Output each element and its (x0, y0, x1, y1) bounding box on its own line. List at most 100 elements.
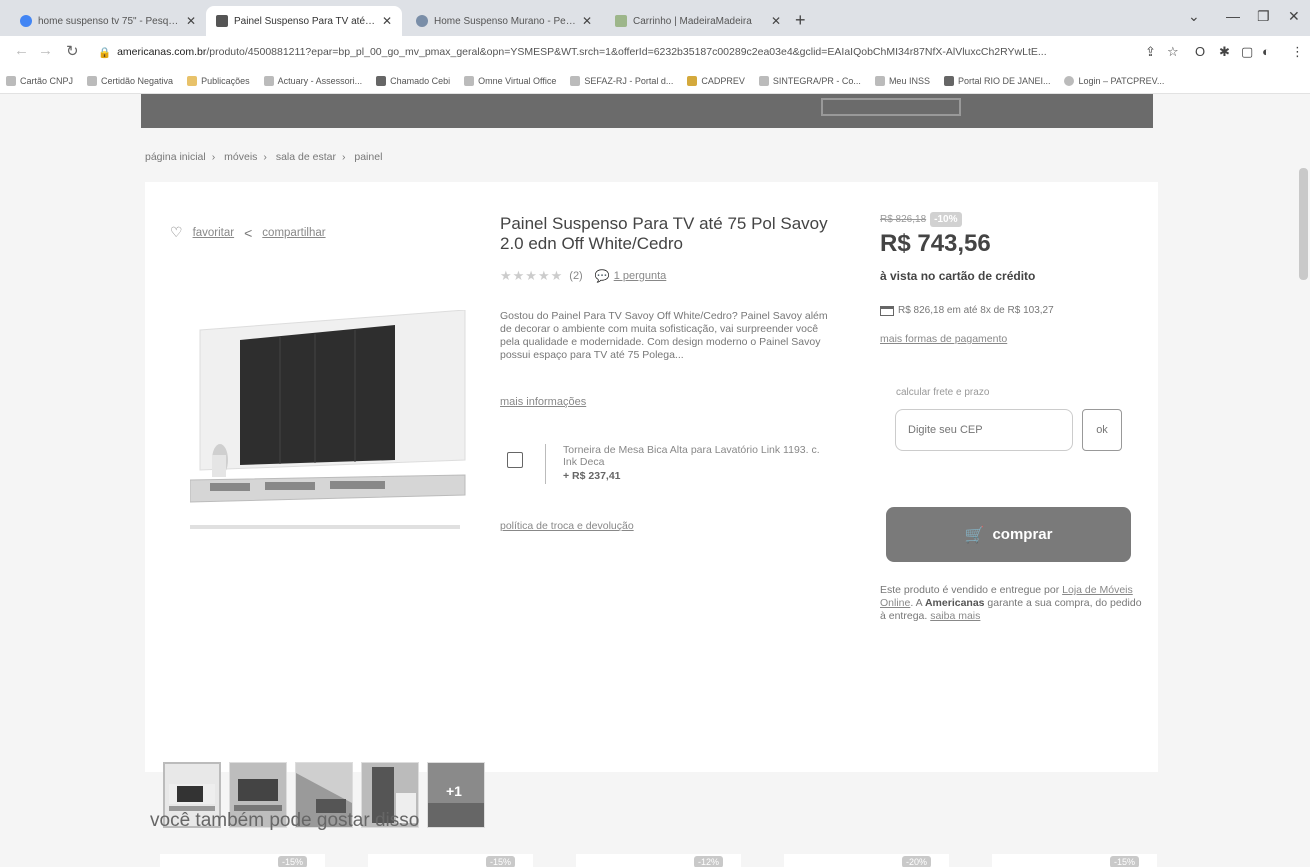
discount-badge: -15% (277, 856, 307, 867)
tab-label: Painel Suspenso Para TV até 75 P (234, 15, 376, 27)
close-tab-icon[interactable]: ✕ (382, 14, 392, 28)
page-favicon-icon (615, 15, 627, 27)
close-window-icon[interactable]: ✕ (1288, 8, 1300, 25)
recommended-product[interactable]: -12% (576, 854, 741, 867)
bookmark-icon (758, 75, 769, 86)
share-icon[interactable]: < (244, 225, 252, 241)
bookmark-item[interactable]: Actuary - Assessori... (263, 75, 362, 86)
return-policy-link[interactable]: política de troca e devolução (500, 520, 634, 532)
bookmark-item[interactable]: SEFAZ-RJ - Portal d... (570, 75, 673, 86)
more-images-count: +1 (446, 783, 462, 799)
recommended-product[interactable]: -15% (160, 854, 325, 867)
bookmark-icon (874, 75, 885, 86)
favorite-link[interactable]: favoritar (193, 227, 235, 239)
reload-icon[interactable]: ↻ (66, 42, 79, 60)
payment-options-link[interactable]: mais formas de pagamento (880, 333, 1007, 345)
old-price-row: R$ 826,18 -10% (880, 212, 962, 227)
bookmark-icon (687, 75, 698, 86)
discount-badge: -10% (930, 212, 962, 227)
learn-more-link[interactable]: saiba mais (930, 610, 980, 622)
old-price: R$ 826,18 (880, 214, 927, 225)
addon-name[interactable]: Torneira de Mesa Bica Alta para Lavatóri… (563, 444, 833, 468)
questions-link[interactable]: 1 pergunta (614, 270, 667, 282)
price-note: à vista no cartão de crédito (880, 269, 1036, 283)
product-title: Painel Suspenso Para TV até 75 Pol Savoy… (500, 214, 828, 253)
bookmark-icon (376, 75, 387, 86)
profile-avatar-icon[interactable]: ◐ (1262, 44, 1270, 59)
bookmark-item[interactable]: Publicações (187, 75, 250, 86)
lock-icon: 🔒 (98, 46, 112, 59)
breadcrumb-painel[interactable]: painel (354, 151, 382, 163)
discount-badge: -20% (901, 856, 931, 867)
browser-tab-madeira[interactable]: Carrinho | MadeiraMadeira ✕ (605, 6, 791, 36)
bookmark-icon (943, 75, 954, 86)
bookmark-item[interactable]: SINTEGRA/PR - Co... (758, 75, 861, 86)
discount-badge: -15% (1109, 856, 1139, 867)
new-tab-button[interactable]: + (795, 10, 806, 31)
back-arrow-icon[interactable]: ← (14, 42, 29, 59)
bookmark-item[interactable]: Certidão Negativa (87, 75, 173, 86)
cep-ok-button[interactable]: ok (1082, 409, 1122, 451)
banner-button[interactable] (821, 98, 961, 116)
heart-icon[interactable]: ♡ (170, 224, 183, 241)
breadcrumb-sala[interactable]: sala de estar (276, 151, 336, 163)
browser-tab-murano[interactable]: Home Suspenso Murano - Perm ✕ (406, 6, 602, 36)
share-icon[interactable]: ⇪ (1145, 44, 1156, 60)
bookmark-icon (1064, 75, 1075, 86)
bookmark-item[interactable]: Cartão CNPJ (6, 75, 73, 86)
share-link[interactable]: compartilhar (262, 227, 325, 239)
bookmark-item[interactable]: CADPREV (687, 75, 745, 86)
breadcrumb-moveis[interactable]: móveis (224, 151, 257, 163)
address-toolbar: ← → ↻ 🔒 americanas.com.br /produto/45008… (0, 36, 1310, 68)
close-tab-icon[interactable]: ✕ (771, 14, 781, 28)
browser-tab-google[interactable]: home suspenso tv 75" - Pesquisa ✕ (10, 6, 206, 36)
more-info-link[interactable]: mais informações (500, 396, 586, 408)
browser-tab-americanas[interactable]: Painel Suspenso Para TV até 75 P ✕ (206, 6, 402, 36)
addon-checkbox[interactable] (507, 452, 523, 468)
browser-tabbar: home suspenso tv 75" - Pesquisa ✕ Painel… (0, 0, 1310, 36)
brand-name: Americanas (924, 597, 985, 609)
star-rating-icon[interactable]: ★★★★★ (500, 268, 563, 284)
buy-button[interactable]: 🛒 comprar (886, 507, 1131, 562)
close-tab-icon[interactable]: ✕ (582, 14, 592, 28)
url-domain: americanas.com.br (117, 46, 207, 58)
tab-label: Home Suspenso Murano - Perm (434, 15, 576, 27)
price: R$ 743,56 (880, 230, 991, 257)
shipping-label: calcular frete e prazo (896, 387, 990, 398)
bookmark-item[interactable]: Meu INSS (874, 75, 930, 86)
tab-label: home suspenso tv 75" - Pesquisa (38, 15, 180, 27)
bookmark-star-icon[interactable]: ☆ (1167, 44, 1179, 60)
product-image[interactable] (190, 310, 470, 530)
cep-input[interactable] (895, 409, 1073, 451)
bookmark-item[interactable]: Portal RIO DE JANEI... (943, 75, 1050, 86)
recommended-product[interactable]: -15% (368, 854, 533, 867)
page-favicon-icon (216, 15, 228, 27)
url-bar[interactable]: 🔒 americanas.com.br /produto/4500881211?… (98, 40, 1228, 64)
recommended-product[interactable]: -20% (784, 854, 949, 867)
forward-arrow-icon[interactable]: → (38, 42, 53, 59)
breadcrumb-separator-icon: › (211, 151, 216, 163)
menu-kebab-icon[interactable]: ⋮ (1291, 44, 1304, 60)
scrollbar[interactable] (1296, 94, 1310, 867)
thumbnail[interactable]: +1 (427, 762, 485, 828)
review-count[interactable]: (2) (569, 270, 582, 282)
opera-extension-icon[interactable]: O (1195, 44, 1205, 59)
side-panel-icon[interactable]: ▢ (1241, 44, 1253, 60)
breadcrumb-separator-icon: › (263, 151, 267, 163)
bookmark-icon (87, 75, 98, 86)
recommended-product[interactable]: -15% (992, 854, 1157, 867)
bookmark-icon (6, 75, 16, 86)
tab-search-icon[interactable]: ⌄ (1188, 8, 1200, 25)
bookmark-item[interactable]: Omne Virtual Office (464, 75, 556, 86)
bookmark-item[interactable]: Login – PATCPREV... (1064, 75, 1164, 86)
extensions-puzzle-icon[interactable]: ✱ (1219, 44, 1230, 60)
close-tab-icon[interactable]: ✕ (186, 14, 196, 28)
breadcrumb-home[interactable]: página inicial (145, 151, 206, 163)
promo-banner[interactable] (141, 94, 1153, 128)
bookmark-item[interactable]: Chamado Cebi (376, 75, 450, 86)
addon-offer: Torneira de Mesa Bica Alta para Lavatóri… (507, 444, 837, 494)
scrollbar-thumb[interactable] (1299, 168, 1308, 280)
minimize-icon[interactable]: — (1226, 8, 1240, 24)
seller-info: Este produto é vendido e entregue por Lo… (880, 584, 1142, 622)
restore-icon[interactable]: ❐ (1257, 8, 1270, 25)
